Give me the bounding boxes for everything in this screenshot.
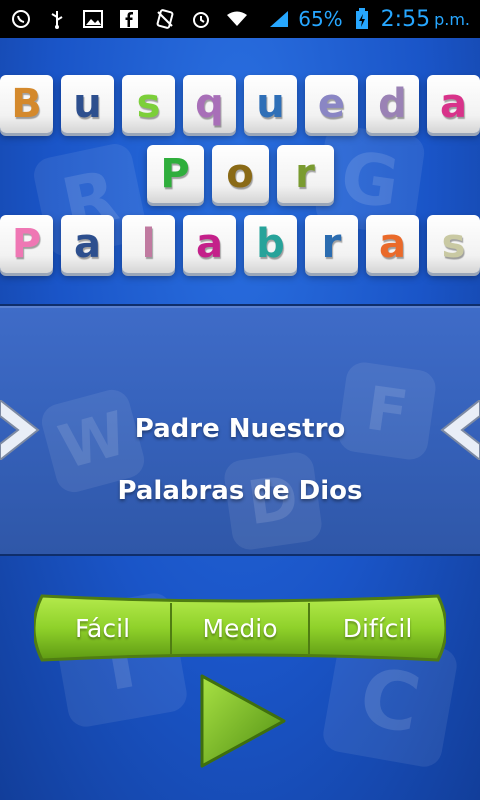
game-title: Busqueda Por Palabras xyxy=(0,60,480,290)
image-icon xyxy=(82,8,104,30)
title-letter-tile: b xyxy=(244,215,297,273)
title-letter-tile: u xyxy=(61,75,114,133)
difficulty-dificil-button[interactable]: Difícil xyxy=(309,586,446,670)
puzzle-selection-panel[interactable]: W D F Padre Nuestro Palabras de Dios xyxy=(0,304,480,556)
title-letter-tile: a xyxy=(427,75,480,133)
signal-icon xyxy=(268,8,290,30)
previous-arrow-icon[interactable] xyxy=(0,400,40,460)
title-letter-tile: r xyxy=(305,215,358,273)
title-row-1: Busqueda xyxy=(0,75,480,133)
puzzle-item-2[interactable]: Palabras de Dios xyxy=(0,476,480,506)
battery-percent: 65% xyxy=(298,7,343,31)
status-bar: 65% 2:55 p.m. xyxy=(0,0,480,38)
title-letter-tile: s xyxy=(122,75,175,133)
title-row-2: Por xyxy=(0,145,480,203)
clock-ampm: p.m. xyxy=(434,9,470,29)
title-letter-tile: e xyxy=(305,75,358,133)
difficulty-facil-button[interactable]: Fácil xyxy=(34,586,171,670)
background-tile-f: F xyxy=(336,360,438,462)
battery-icon xyxy=(351,8,373,30)
title-letter-tile: d xyxy=(366,75,419,133)
facebook-icon xyxy=(118,8,140,30)
title-letter-tile: B xyxy=(0,75,53,133)
title-letter-tile: a xyxy=(61,215,114,273)
title-letter-tile: P xyxy=(146,145,204,203)
title-letter-tile: s xyxy=(427,215,480,273)
clock-time: 2:55 xyxy=(380,6,431,32)
title-letter-tile: o xyxy=(211,145,269,203)
usb-icon xyxy=(46,8,68,30)
puzzle-item-1[interactable]: Padre Nuestro xyxy=(0,414,480,444)
whatsapp-icon xyxy=(10,8,32,30)
title-letter-tile: a xyxy=(183,215,236,273)
wifi-icon xyxy=(226,8,248,30)
title-letter-tile: q xyxy=(183,75,236,133)
title-letter-tile: P xyxy=(0,215,53,273)
difficulty-medio-button[interactable]: Medio xyxy=(171,586,309,670)
title-row-3: Palabras xyxy=(0,215,480,273)
next-arrow-icon[interactable] xyxy=(440,400,480,460)
alarm-icon xyxy=(190,8,212,30)
no-sim-icon xyxy=(154,8,176,30)
title-letter-tile: u xyxy=(244,75,297,133)
difficulty-selector: Fácil Medio Difícil xyxy=(34,586,446,670)
title-letter-tile: r xyxy=(276,145,334,203)
title-letter-tile: a xyxy=(366,215,419,273)
title-letter-tile: l xyxy=(122,215,175,273)
play-button[interactable] xyxy=(196,672,288,770)
